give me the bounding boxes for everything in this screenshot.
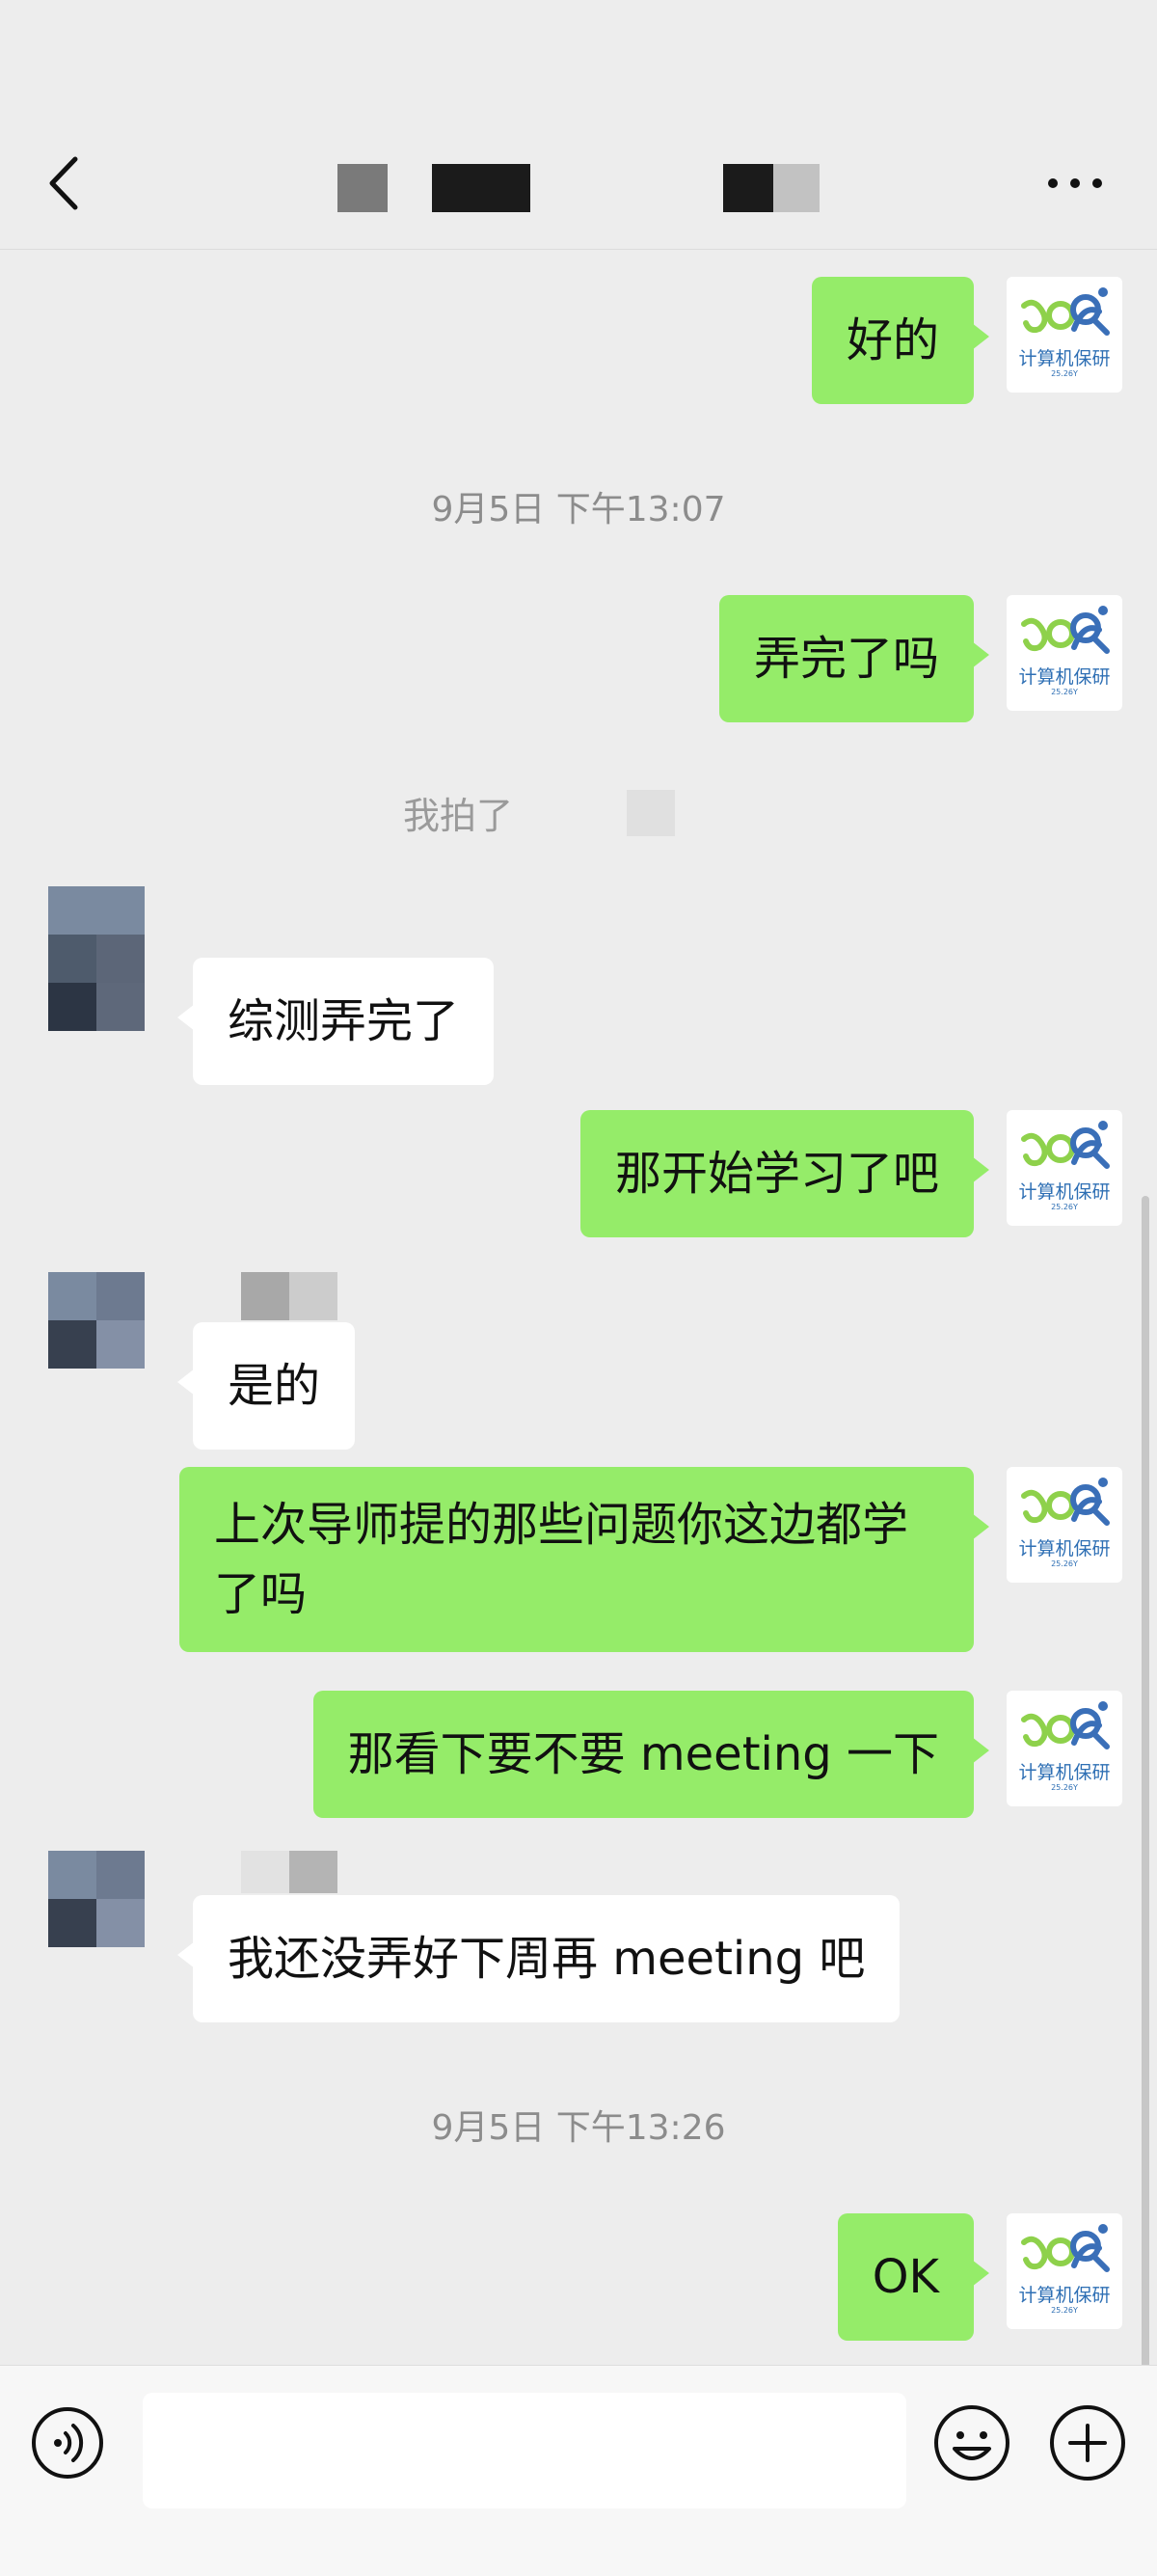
title-redacted-block: [337, 164, 388, 212]
message-bubble-outgoing[interactable]: 好的: [811, 277, 990, 404]
chat-title: [0, 164, 1157, 212]
logo-subtext: 25.26Y: [1051, 688, 1078, 696]
logo-subtext: 25.26Y: [1051, 369, 1078, 378]
title-redacted-block: [773, 164, 820, 212]
message-bubble-outgoing[interactable]: 弄完了吗: [718, 595, 990, 722]
self-avatar[interactable]: 计算机保研 25.26Y: [1007, 1467, 1122, 1583]
logo-subtext: 25.26Y: [1051, 1783, 1078, 1792]
self-avatar[interactable]: 计算机保研 25.26Y: [1007, 595, 1122, 711]
more-icon[interactable]: [1041, 164, 1109, 203]
logo-text: 计算机保研: [1018, 1181, 1111, 1203]
logo-subtext: 25.26Y: [1051, 2306, 1078, 2315]
title-redacted-block: [723, 164, 773, 212]
message-bubble-incoming[interactable]: 我还没弄好下周再 meeting 吧: [176, 1895, 901, 2022]
voice-icon[interactable]: [29, 2404, 106, 2481]
contact-name-redacted: [241, 1272, 289, 1320]
logo-subtext: 25.26Y: [1051, 1203, 1078, 1211]
contact-avatar[interactable]: [48, 886, 145, 1031]
contact-name-redacted: [289, 1272, 337, 1320]
logo-text: 计算机保研: [1018, 1538, 1111, 1559]
contact-avatar[interactable]: [48, 1272, 145, 1417]
logo-text: 计算机保研: [1018, 1762, 1111, 1783]
message-input[interactable]: [143, 2393, 906, 2508]
contact-avatar[interactable]: [48, 1851, 145, 1995]
contact-name-redacted: [289, 1851, 337, 1893]
logo-text: 计算机保研: [1018, 348, 1111, 369]
redacted-block: [627, 790, 675, 836]
message-bubble-incoming[interactable]: 综测弄完了: [176, 958, 495, 1085]
plus-icon[interactable]: [1047, 2402, 1128, 2483]
logo-subtext: 25.26Y: [1051, 1559, 1078, 1568]
self-avatar[interactable]: 计算机保研 25.26Y: [1007, 277, 1122, 393]
self-avatar[interactable]: 计算机保研 25.26Y: [1007, 1110, 1122, 1226]
self-avatar[interactable]: 计算机保研 25.26Y: [1007, 1691, 1122, 1806]
scrollbar[interactable]: [1142, 1196, 1149, 2373]
emoji-icon[interactable]: [931, 2402, 1012, 2483]
timestamp: 9月5日 下午13:26: [431, 2108, 726, 2148]
message-bubble-outgoing[interactable]: 那看下要不要 meeting 一下: [312, 1691, 990, 1818]
logo-text: 计算机保研: [1018, 666, 1111, 688]
message-bubble-incoming[interactable]: 是的: [176, 1322, 356, 1450]
logo-text: 计算机保研: [1018, 2285, 1111, 2306]
title-redacted-block: [432, 164, 530, 212]
input-bar: [0, 2365, 1157, 2576]
message-bubble-outgoing[interactable]: 上次导师提的那些问题你这边都学了吗: [179, 1467, 989, 1652]
message-bubble-outgoing[interactable]: OK: [837, 2213, 990, 2341]
message-list[interactable]: 好的 计算机保研 25.26Y 9月5日 下午13:07 弄完了吗 计算机保研 25…: [0, 250, 1157, 2364]
system-notice: 我拍了: [403, 795, 514, 837]
contact-name-redacted: [241, 1851, 289, 1893]
message-bubble-outgoing[interactable]: 那开始学习了吧: [579, 1110, 990, 1237]
chat-header: [0, 0, 1157, 250]
self-avatar[interactable]: 计算机保研 25.26Y: [1007, 2213, 1122, 2329]
timestamp: 9月5日 下午13:07: [431, 490, 726, 529]
